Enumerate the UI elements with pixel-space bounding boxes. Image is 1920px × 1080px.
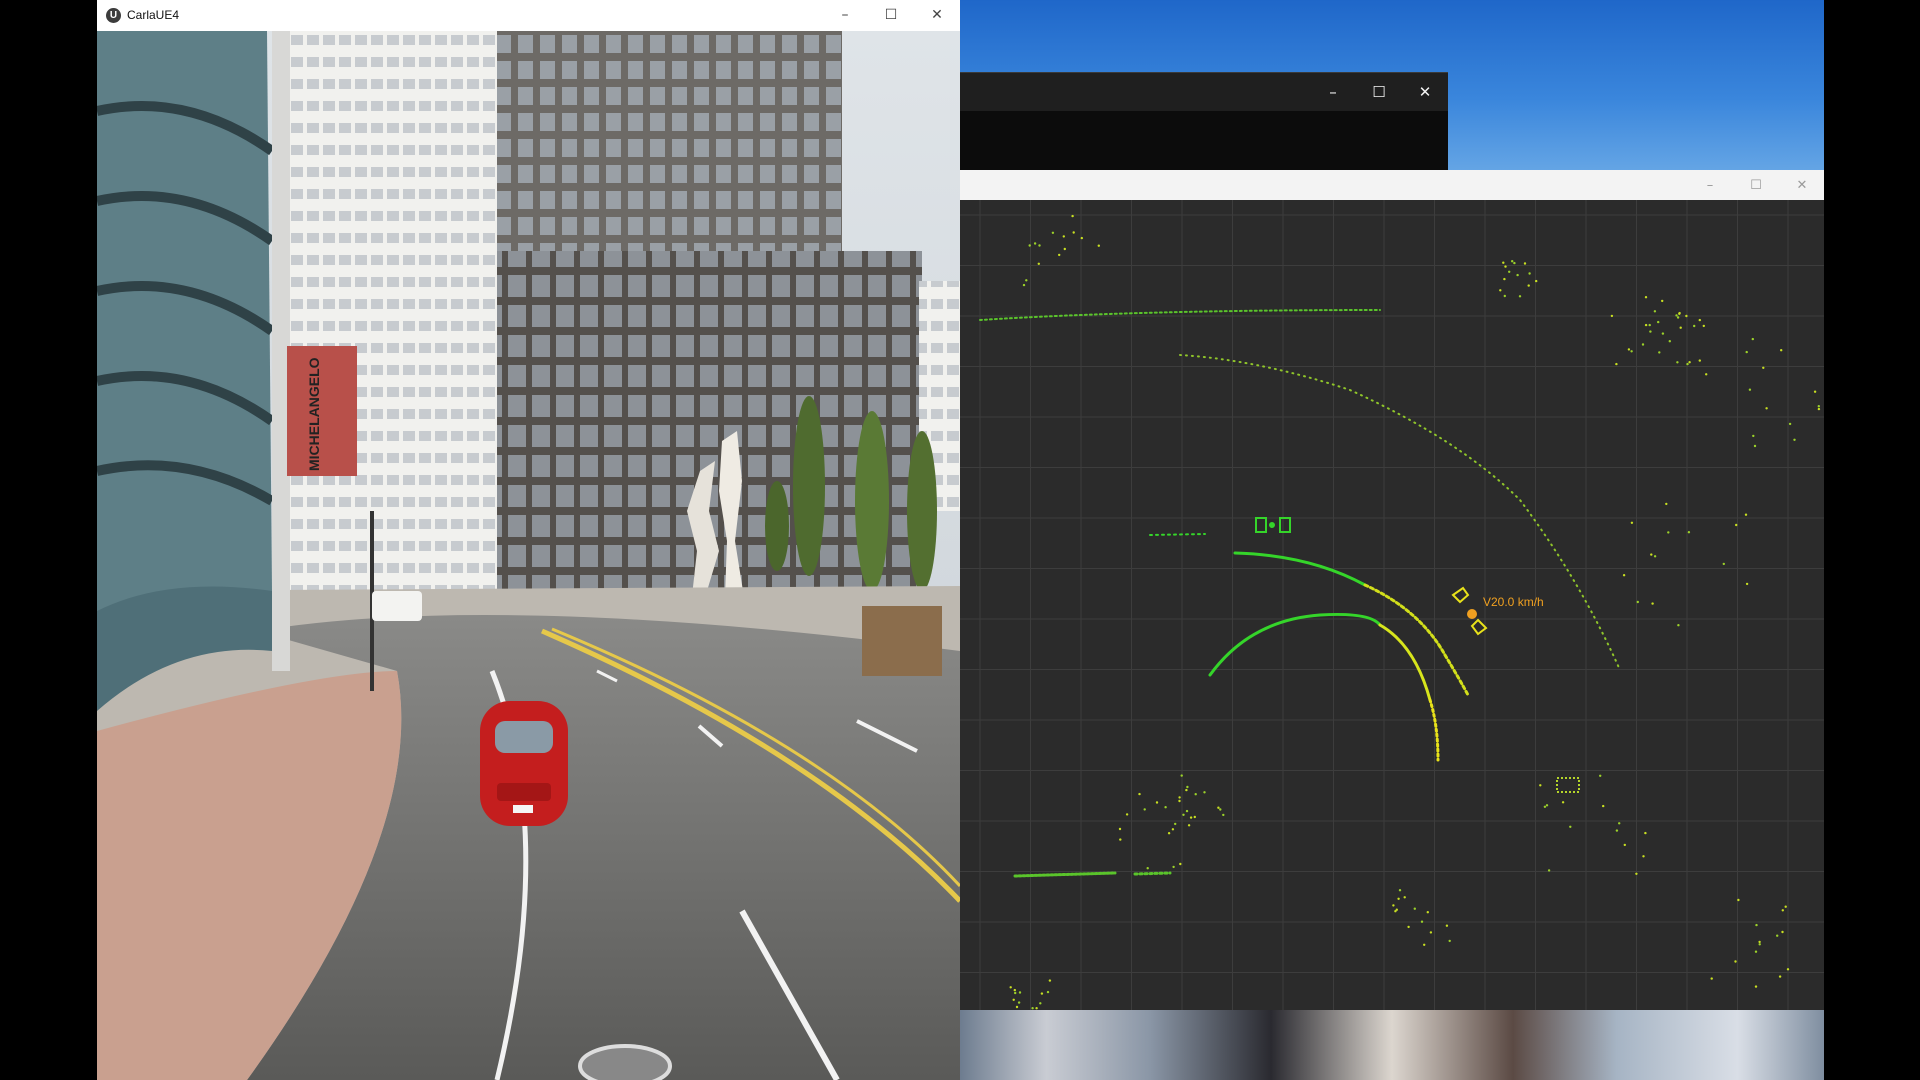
- lidar-radar-window: – ☐ ✕ V20.0 km/h: [960, 170, 1824, 1010]
- minimize-button[interactable]: –: [822, 0, 868, 30]
- tree: [855, 411, 889, 591]
- close-icon: ✕: [1796, 177, 1808, 193]
- city-scene: MICHELANGELO: [97, 31, 960, 1080]
- maximize-icon: ☐: [1750, 177, 1762, 193]
- tree: [907, 431, 937, 591]
- maximize-button[interactable]: ☐: [868, 0, 914, 30]
- parking-structure: [97, 31, 272, 631]
- minimize-icon: –: [841, 7, 849, 23]
- minimize-icon: –: [1706, 177, 1714, 193]
- maximize-button[interactable]: ☐: [1356, 77, 1402, 107]
- maximize-icon: ☐: [1372, 83, 1386, 101]
- console-window: – ☐ ✕: [960, 72, 1448, 173]
- carla-titlebar[interactable]: U CarlaUE4 – ☐ ✕: [97, 0, 960, 31]
- minimize-button[interactable]: –: [1687, 170, 1733, 200]
- building-tower-white: [287, 31, 497, 591]
- close-button[interactable]: ✕: [1779, 170, 1825, 200]
- minimize-button[interactable]: –: [1310, 77, 1356, 107]
- carla-app-icon: U: [106, 8, 121, 23]
- minimize-icon: –: [1329, 83, 1337, 101]
- maximize-icon: ☐: [884, 7, 898, 23]
- tree: [793, 396, 825, 576]
- billboard-text: MICHELANGELO: [306, 357, 322, 471]
- window-title: CarlaUE4: [127, 8, 180, 22]
- vehicle-speed-label: V20.0 km/h: [1483, 595, 1544, 609]
- close-button[interactable]: ✕: [1402, 77, 1448, 107]
- radar-titlebar[interactable]: – ☐ ✕: [960, 170, 1824, 200]
- van: [372, 591, 422, 621]
- lidar-point-cloud[interactable]: [960, 200, 1824, 1010]
- carla-window: U CarlaUE4 – ☐ ✕ MICHELANGELO: [97, 0, 960, 1080]
- maximize-button[interactable]: ☐: [1733, 170, 1779, 200]
- close-icon: ✕: [1418, 83, 1432, 101]
- background-window-image: [960, 1010, 1824, 1080]
- tree: [765, 481, 789, 571]
- red-car: [480, 701, 568, 826]
- billboard: [287, 346, 357, 476]
- market-stall: [862, 606, 942, 676]
- console-titlebar[interactable]: – ☐ ✕: [960, 73, 1448, 111]
- simulation-viewport[interactable]: MICHELANGELO: [97, 31, 960, 1080]
- close-button[interactable]: ✕: [914, 0, 960, 30]
- close-icon: ✕: [931, 7, 943, 23]
